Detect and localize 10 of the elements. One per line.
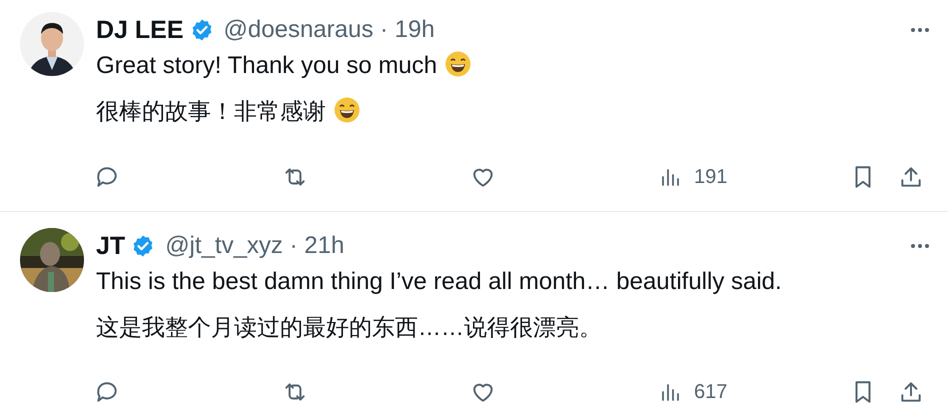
display-name[interactable]: DJ LEE: [96, 14, 184, 46]
tweet-text: Great story! Thank you so much: [96, 52, 438, 79]
handle-and-time: @doesnaraus · 19h: [224, 15, 435, 45]
tweet-text: 很棒的故事！非常感谢: [96, 98, 326, 124]
display-name[interactable]: JT: [96, 230, 126, 262]
views-button[interactable]: 617: [658, 377, 728, 407]
tweet-text: 这是我整个月读过的最好的东西……说得很漂亮。: [96, 314, 602, 340]
views-button[interactable]: 191: [658, 162, 728, 192]
handle-and-time: @jt_tv_xyz · 21h: [165, 231, 344, 261]
tweet-text: This is the best damn thing I’ve read all month… beautifully said.: [96, 268, 782, 295]
